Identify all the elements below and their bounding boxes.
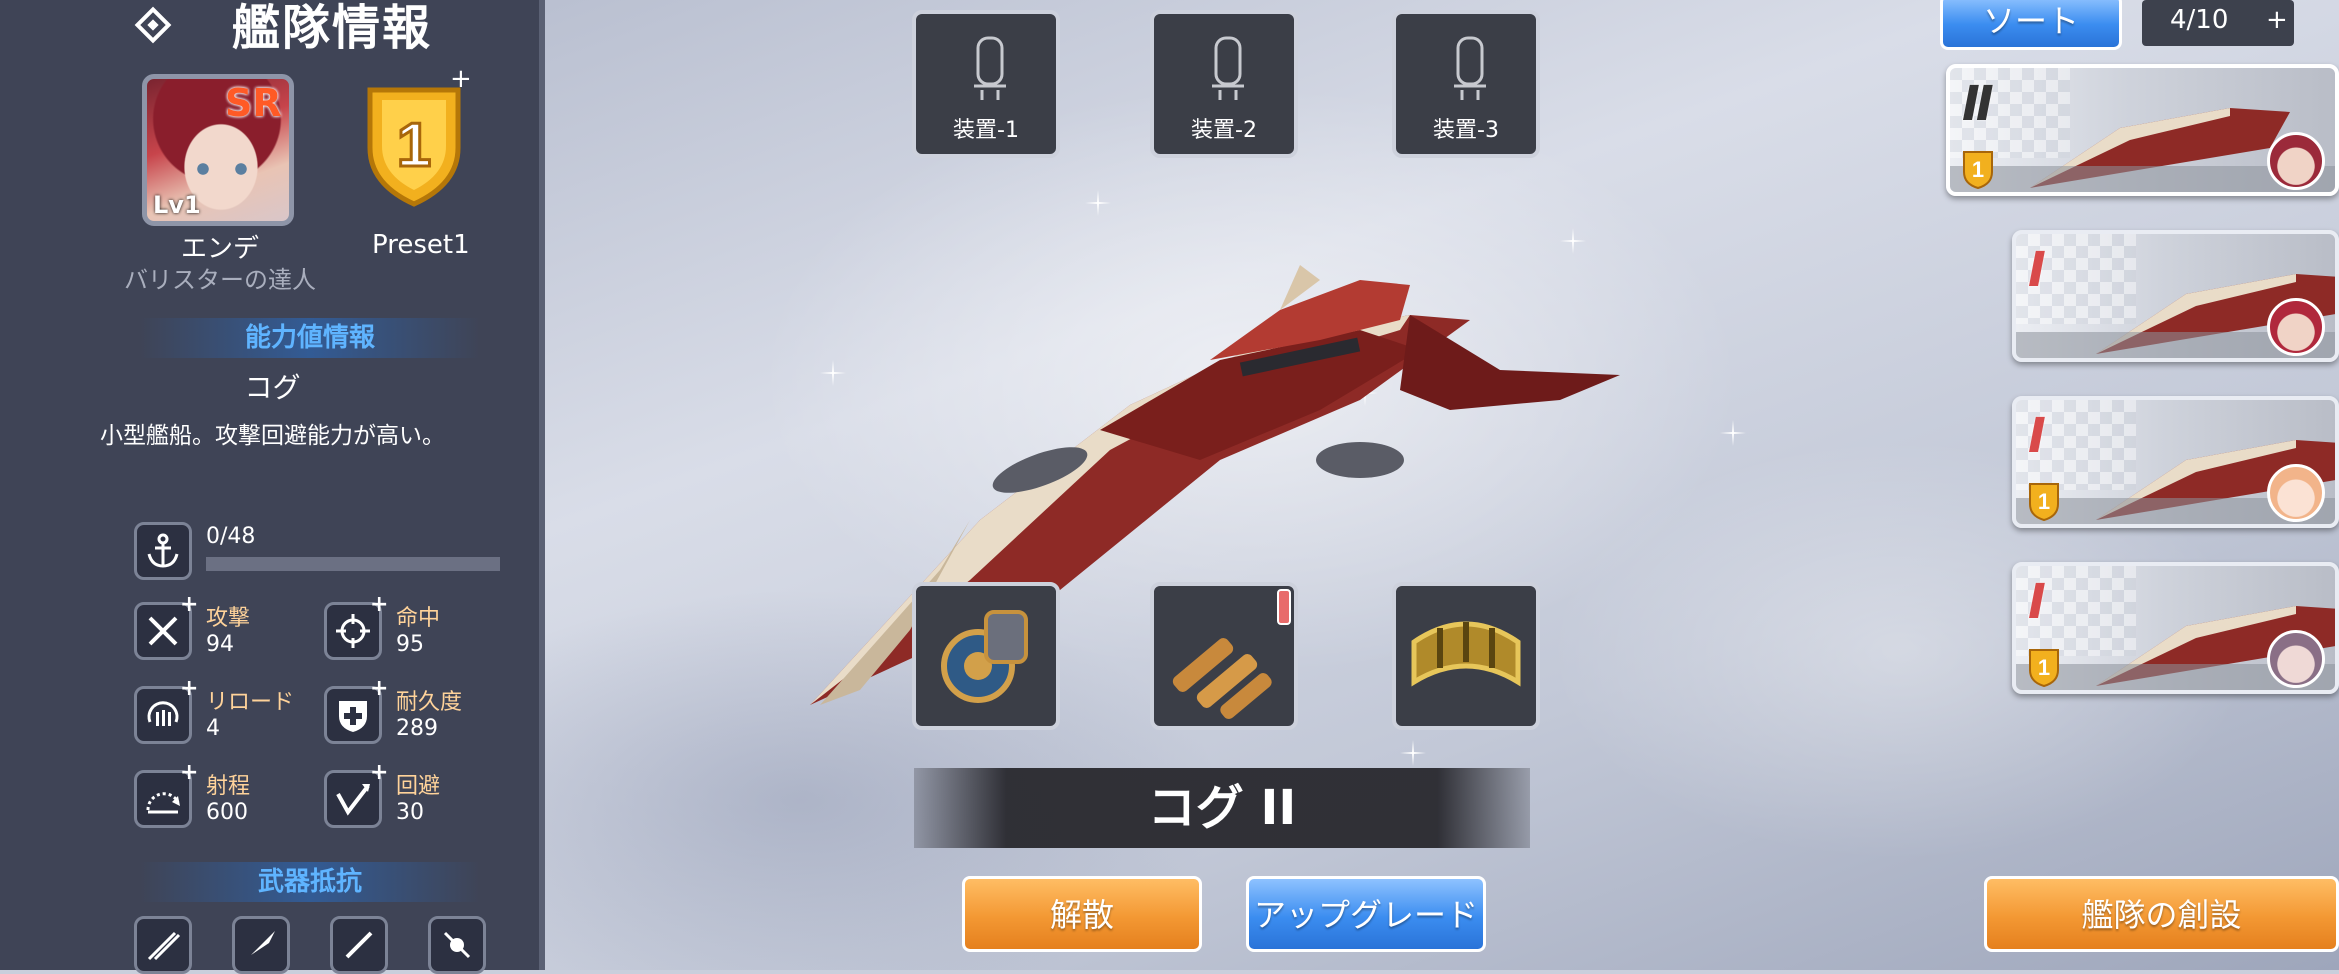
- captain-avatar-small: [2267, 630, 2325, 688]
- fleet-card[interactable]: I 1: [2012, 396, 2339, 528]
- stat-label-durability: 耐久度: [396, 690, 463, 715]
- level-badge: Lv1: [153, 191, 201, 219]
- equipment-slot-label: 装置-2: [1191, 118, 1257, 143]
- fleet-count: 4/10: [2170, 5, 2229, 35]
- item-slot-cannon[interactable]: [912, 582, 1060, 730]
- item-slot-armor[interactable]: [1392, 582, 1540, 730]
- preset-number: 1: [397, 111, 431, 180]
- rarity-badge: SR: [225, 81, 282, 125]
- ship-description: 小型艦船。攻撃回避能力が高い。: [100, 423, 445, 449]
- weapon-resistance-title: 武器抵抗: [140, 862, 480, 902]
- device-icon: [1212, 36, 1244, 100]
- captain-avatar-small: [2267, 464, 2325, 522]
- ship-tier: I: [2028, 408, 2046, 464]
- captain-avatar[interactable]: SR Lv1: [142, 74, 294, 226]
- panel-title: 艦隊情報: [232, 0, 433, 56]
- fleet-count-box: 4/10 +: [2142, 0, 2294, 46]
- stat-label-attack: 攻撃: [206, 606, 251, 631]
- rank-number: 1: [2038, 489, 2050, 514]
- stat-label-evasion: 回避: [396, 774, 441, 799]
- stat-value-reload: 4: [206, 716, 220, 741]
- cost-progress-bar: [206, 557, 500, 571]
- anchor-icon: [134, 522, 192, 580]
- captain-portrait-eyes: [191, 163, 255, 175]
- fleet-info-panel: 艦隊情報 SR Lv1 エンデ バリスターの達人 1 + Preset1 能力値…: [0, 0, 545, 974]
- equipment-slot-2[interactable]: 装置-2: [1150, 10, 1298, 158]
- fleet-card[interactable]: I 1: [2012, 562, 2339, 694]
- create-fleet-button[interactable]: 艦隊の創設: [1984, 876, 2339, 952]
- ship-name-bar: コグ II: [914, 768, 1530, 848]
- captain-avatar-small: [2267, 298, 2325, 356]
- ship-type: コグ: [244, 371, 301, 404]
- stat-plus-icon: +: [180, 592, 199, 617]
- brass-armor-icon: [1411, 621, 1521, 687]
- ability-section-title: 能力値情報: [140, 318, 480, 358]
- stat-value-evasion: 30: [396, 800, 424, 825]
- rank-shield-icon: 1: [2029, 483, 2059, 522]
- sparkle: [1400, 740, 1426, 766]
- ship-tier: I: [2028, 574, 2046, 630]
- device-icon: [1454, 36, 1486, 100]
- arrows-icon[interactable]: [134, 916, 192, 974]
- fleet-card[interactable]: I: [2012, 230, 2339, 362]
- gauntlet-cannon-icon: [941, 610, 1028, 703]
- equipment-slot-3[interactable]: 装置-3: [1392, 10, 1540, 158]
- equipment-slot-label: 装置-3: [1433, 118, 1499, 143]
- rank-shield-icon: 1: [1963, 151, 1993, 190]
- preset-label: Preset1: [372, 230, 470, 260]
- stat-label-accuracy: 命中: [396, 606, 441, 631]
- disband-button[interactable]: 解散: [962, 876, 1202, 952]
- bomb-icon[interactable]: [428, 916, 486, 974]
- preset-shield-icon[interactable]: 1: [364, 84, 464, 208]
- stat-plus-icon: +: [370, 592, 389, 617]
- cost-value: 0/48: [206, 524, 256, 549]
- equipment-slot-1[interactable]: 装置-1: [912, 10, 1060, 158]
- rank-shield-icon: 1: [2029, 649, 2059, 688]
- fleet-add-icon[interactable]: +: [2266, 0, 2288, 40]
- ship-name: コグ II: [1147, 780, 1297, 836]
- rank-number: 1: [1972, 157, 1984, 182]
- panel-header: 艦隊情報: [0, 0, 545, 60]
- sort-button[interactable]: ソート: [1940, 0, 2122, 50]
- ship-tier: II: [1962, 76, 1994, 132]
- captain-avatar-small: [2267, 132, 2325, 190]
- stat-label-range: 射程: [206, 774, 251, 799]
- device-icon: [974, 36, 1006, 100]
- stat-value-attack: 94: [206, 632, 234, 657]
- equipment-slot-label: 装置-1: [953, 118, 1019, 143]
- stat-plus-icon: +: [370, 676, 389, 701]
- ship-tier: I: [2028, 242, 2046, 298]
- item-slot-ammo[interactable]: [1150, 582, 1298, 730]
- stat-plus-icon: +: [180, 676, 199, 701]
- missile-icon[interactable]: [232, 916, 290, 974]
- stat-value-accuracy: 95: [396, 632, 424, 657]
- captain-title: バリスターの達人: [124, 266, 316, 294]
- rank-number: 1: [2038, 655, 2050, 680]
- sparkle: [1720, 420, 1746, 446]
- sword-icon[interactable]: [330, 916, 388, 974]
- preset-add-icon[interactable]: +: [450, 64, 472, 94]
- fleet-card[interactable]: II 1: [1946, 64, 2339, 196]
- stat-value-durability: 289: [396, 716, 438, 741]
- ammo-shells-icon: [1172, 589, 1291, 719]
- stat-label-reload: リロード: [206, 690, 295, 715]
- stat-plus-icon: +: [180, 760, 199, 785]
- diamond-icon: [134, 6, 172, 44]
- upgrade-button[interactable]: アップグレード: [1246, 876, 1486, 952]
- stat-value-range: 600: [206, 800, 248, 825]
- stat-plus-icon: +: [370, 760, 389, 785]
